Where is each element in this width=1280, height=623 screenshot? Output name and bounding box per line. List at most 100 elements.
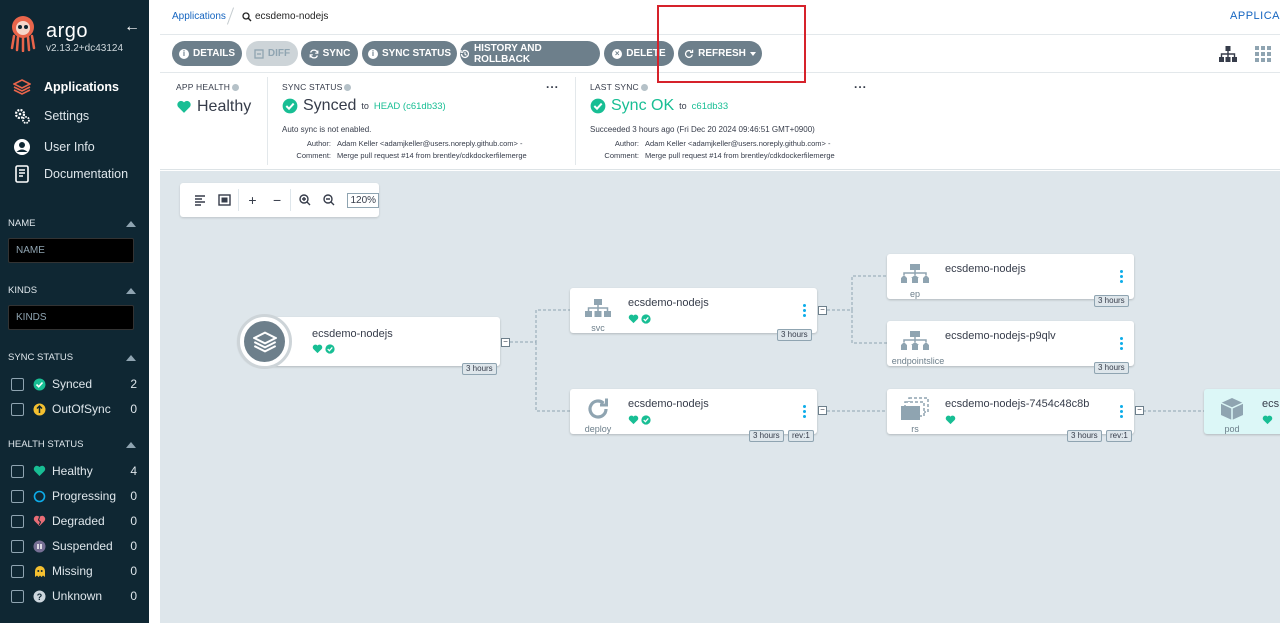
service-icon (578, 294, 618, 322)
checkbox[interactable] (11, 539, 24, 553)
breadcrumb-applications[interactable]: Applications (172, 11, 226, 22)
node-status (628, 415, 651, 425)
node-menu-icon[interactable] (803, 304, 807, 319)
layers-icon (244, 321, 285, 362)
name-filter-header[interactable]: NAME (8, 218, 136, 229)
filter-degraded[interactable]: Degraded 0 (11, 511, 137, 531)
sync-status-filter-header[interactable]: SYNC STATUS (8, 352, 136, 363)
sync-label: SYNC (322, 48, 351, 59)
age-tag: 3 hours (1094, 295, 1129, 307)
nav-applications-label: Applications (44, 80, 120, 94)
details-button[interactable]: i DETAILS (172, 41, 242, 66)
node-kind: rs (911, 424, 919, 434)
collapse-toggle[interactable]: − (1135, 406, 1144, 415)
tree-view-icon[interactable] (1218, 45, 1238, 63)
brand-name: argo (46, 20, 89, 42)
help-icon[interactable] (640, 83, 648, 91)
breadcrumb-current[interactable]: ecsdemo-nodejs (242, 11, 328, 22)
sync-status-button[interactable]: i SYNC STATUS (362, 41, 457, 66)
node-ep[interactable]: ep ecsdemo-nodejs (887, 254, 1134, 299)
nav-documentation[interactable]: Documentation (0, 161, 149, 187)
checkbox[interactable] (11, 489, 24, 503)
author-key: Author: (614, 139, 639, 148)
nav-user-info[interactable]: User Info (0, 134, 149, 160)
sync-status-more-menu[interactable]: ... (546, 77, 559, 91)
node-kind: deploy (584, 424, 612, 434)
node-svc[interactable]: svc ecsdemo-nodejs (570, 288, 817, 333)
top-bar: Applications ecsdemo-nodejs APPLICA (160, 0, 1280, 35)
age-tag: 3 hours (777, 329, 812, 341)
divider (575, 77, 576, 165)
node-kind: svc (591, 323, 605, 333)
filter-count: 4 (130, 464, 137, 478)
help-icon[interactable] (232, 83, 240, 91)
filter-suspended[interactable]: Suspended 0 (11, 536, 137, 556)
refresh-icon (685, 49, 694, 58)
app-root-node[interactable]: ecsdemo-nodejs (237, 314, 500, 369)
nav-applications[interactable]: Applications (0, 74, 149, 100)
last-sync-label: LAST SYNC (590, 82, 648, 92)
checkbox[interactable] (11, 377, 24, 391)
node-menu-icon[interactable] (1120, 337, 1124, 352)
replicaset-icon (895, 395, 935, 423)
kinds-filter-input[interactable] (8, 305, 134, 330)
check-circle-icon (325, 344, 335, 354)
revision-tag: rev:1 (788, 430, 814, 442)
filter-missing[interactable]: Missing 0 (11, 561, 137, 581)
last-sync-target-link[interactable]: c61db33 (692, 101, 728, 112)
diff-button[interactable]: DIFF (246, 41, 298, 66)
collapse-toggle[interactable]: − (818, 406, 827, 415)
deploy-refresh-icon (578, 395, 618, 423)
sync-author-row: Author: Adam Keller <adamjkeller@users.no… (279, 139, 523, 148)
checkbox[interactable] (11, 402, 24, 416)
filter-synced[interactable]: Synced 2 (11, 374, 137, 394)
last-sync-more-menu[interactable]: ... (854, 77, 867, 91)
filter-unknown[interactable]: ? Unknown 0 (11, 586, 137, 606)
node-menu-icon[interactable] (1120, 270, 1124, 285)
filter-count: 0 (130, 514, 137, 528)
help-icon[interactable] (344, 83, 352, 91)
filter-outofsync[interactable]: OutOfSync 0 (11, 399, 137, 419)
node-deploy[interactable]: deploy ecsdemo-nodejs (570, 389, 817, 434)
nav-settings[interactable]: Settings (0, 103, 149, 129)
sync-target-link[interactable]: HEAD (c61db33) (374, 101, 446, 112)
author-key: Author: (306, 139, 331, 148)
health-status-filter-title: HEALTH STATUS (8, 439, 84, 450)
node-menu-icon[interactable] (803, 405, 807, 420)
filter-label: Suspended (52, 539, 113, 553)
sync-status-label: SYNC STATUS (282, 82, 352, 92)
checkbox[interactable] (11, 514, 24, 528)
delete-button[interactable]: × DELETE (604, 41, 674, 66)
filter-healthy[interactable]: Healthy 4 (11, 461, 137, 481)
applications-link[interactable]: APPLICA (1230, 10, 1280, 22)
age-tag: 3 hours (1094, 362, 1129, 374)
collapse-sidebar-arrow-icon[interactable]: ← (124, 18, 140, 36)
checkbox[interactable] (11, 589, 24, 603)
checkbox[interactable] (11, 464, 24, 478)
node-menu-icon[interactable] (1120, 405, 1124, 420)
current-app-name: ecsdemo-nodejs (255, 11, 329, 22)
collapse-toggle[interactable]: − (501, 338, 510, 347)
refresh-button[interactable]: REFRESH (678, 41, 762, 66)
checkbox[interactable] (11, 564, 24, 578)
filter-progressing[interactable]: Progressing 0 (11, 486, 137, 506)
grid-view-icon[interactable] (1254, 45, 1272, 63)
collapse-triangle-icon (126, 441, 136, 448)
filter-count: 0 (130, 402, 137, 416)
node-endpointslice[interactable]: endpointslice ecsdemo-nodejs-p9qlv (887, 321, 1134, 366)
health-status-filter-header[interactable]: HEALTH STATUS (8, 439, 136, 450)
filter-label: Unknown (52, 589, 103, 603)
node-title: ecsdemo-nodejs-7454c48c8b (945, 398, 1090, 410)
circle-notch-icon (33, 490, 46, 503)
node-pod[interactable]: pod ecs (1204, 389, 1280, 434)
history-rollback-button[interactable]: HISTORY AND ROLLBACK (460, 41, 600, 66)
pause-circle-icon (33, 540, 46, 553)
sync-button[interactable]: SYNC (301, 41, 358, 66)
filter-label: Healthy (52, 464, 93, 478)
age-tag: 3 hours (462, 363, 497, 375)
kinds-filter-header[interactable]: KINDS (8, 285, 136, 296)
node-replicaset[interactable]: rs ecsdemo-nodejs-7454c48c8b (887, 389, 1134, 434)
collapse-toggle[interactable]: − (818, 306, 827, 315)
view-switcher (1218, 45, 1272, 63)
name-filter-input[interactable] (8, 238, 134, 263)
